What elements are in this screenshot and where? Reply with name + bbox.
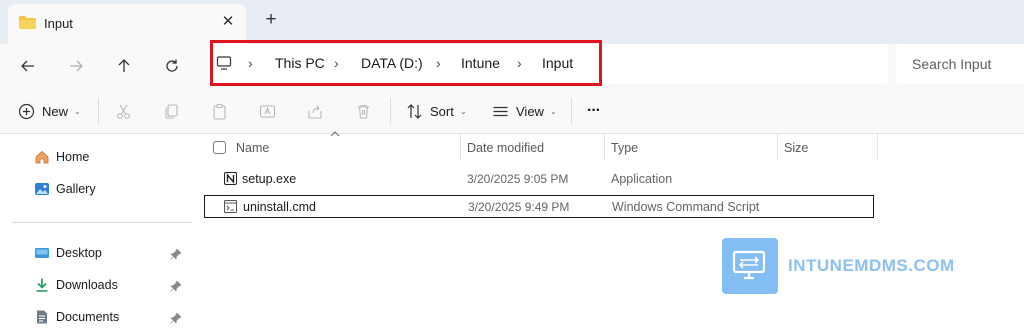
more-options-button[interactable]: ···: [587, 100, 601, 122]
folder-icon: [19, 16, 36, 29]
view-label: View: [516, 103, 544, 119]
tab-title: Input: [44, 16, 73, 31]
new-tab-button[interactable]: +: [262, 10, 280, 29]
watermark-logo: [722, 238, 778, 294]
pin-icon[interactable]: [170, 248, 182, 260]
file-name: uninstall.cmd: [243, 200, 316, 214]
search-input[interactable]: Search Input: [896, 44, 1024, 84]
sort-button[interactable]: Sort ⌄: [406, 100, 467, 122]
sort-icon: [407, 103, 422, 119]
sidebar-item-gallery[interactable]: Gallery: [34, 179, 96, 199]
divider: [98, 98, 99, 124]
file-type: Windows Command Script: [612, 200, 760, 214]
sort-label: Sort: [430, 103, 454, 119]
documents-icon: [37, 310, 47, 324]
column-header-size[interactable]: Size: [784, 141, 808, 155]
command-bar: New ⌄ Sort ⌄ View ⌄ ···: [0, 88, 1024, 134]
sidebar-item-label: Downloads: [56, 278, 118, 292]
column-header-type[interactable]: Type: [611, 141, 638, 155]
sidebar-item-desktop[interactable]: Desktop: [34, 243, 102, 263]
sidebar-item-label: Home: [56, 150, 90, 164]
file-date-modified: 3/20/2025 9:49 PM: [468, 200, 570, 214]
new-button[interactable]: New ⌄: [18, 100, 81, 122]
column-header-date-modified[interactable]: Date modified: [467, 141, 544, 155]
application-icon: [224, 172, 237, 185]
sidebar-item-home[interactable]: Home: [34, 147, 89, 167]
chevron-down-icon: ⌄: [459, 106, 467, 116]
plus-circle-icon: [18, 103, 35, 119]
file-date-modified: 3/20/2025 9:05 PM: [467, 172, 569, 186]
cut-button[interactable]: [115, 100, 132, 122]
file-name: setup.exe: [242, 172, 297, 186]
file-type: Application: [611, 172, 673, 186]
column-divider[interactable]: [604, 134, 605, 160]
arrow-left-icon: [21, 60, 34, 72]
sidebar-item-documents[interactable]: Documents: [34, 307, 119, 327]
share-button[interactable]: [307, 100, 324, 122]
column-divider[interactable]: [777, 134, 778, 160]
share-icon: [308, 104, 322, 119]
copy-button[interactable]: [163, 100, 180, 122]
content-area: [0, 134, 1024, 336]
arrow-up-icon: [118, 59, 130, 72]
title-bar: Input ✕ +: [0, 0, 1024, 44]
table-row[interactable]: setup.exe 3/20/2025 9:05 PM Application: [204, 168, 874, 190]
new-label: New: [42, 103, 69, 119]
chevron-down-icon: ⌄: [74, 106, 81, 116]
pin-icon[interactable]: [170, 280, 182, 292]
sidebar-item-downloads[interactable]: Downloads: [34, 275, 118, 295]
gallery-icon: [35, 183, 49, 195]
rename-button[interactable]: [259, 100, 276, 122]
column-divider[interactable]: [877, 134, 878, 160]
trash-icon: [358, 104, 369, 119]
refresh-button[interactable]: [158, 52, 186, 80]
up-button[interactable]: [110, 52, 138, 80]
arrow-right-icon: [70, 60, 83, 72]
delete-button[interactable]: [355, 100, 372, 122]
pin-icon[interactable]: [170, 312, 182, 324]
rename-icon: [259, 104, 276, 118]
select-all-checkbox[interactable]: [213, 141, 226, 154]
forward-button[interactable]: [62, 52, 90, 80]
column-divider[interactable]: [460, 134, 461, 160]
sort-ascending-icon: [330, 131, 340, 137]
refresh-icon: [166, 59, 178, 72]
divider: [390, 98, 391, 124]
address-highlight-annotation: [210, 40, 602, 86]
copy-icon: [165, 103, 178, 119]
close-icon[interactable]: ✕: [220, 14, 236, 30]
sidebar-item-label: Desktop: [56, 246, 102, 260]
download-icon: [36, 278, 48, 292]
monitor-sync-icon: [732, 250, 766, 280]
divider: [571, 98, 572, 124]
tab-input[interactable]: Input ✕: [8, 4, 246, 44]
back-button[interactable]: [14, 52, 42, 80]
paste-button[interactable]: [211, 100, 228, 122]
chevron-down-icon: ⌄: [549, 106, 557, 116]
table-row[interactable]: uninstall.cmd 3/20/2025 9:49 PM Windows …: [204, 195, 874, 218]
view-button[interactable]: View ⌄: [492, 100, 557, 122]
watermark-text: INTUNEMDMS.COM: [788, 256, 955, 275]
sidebar-item-label: Documents: [56, 310, 120, 324]
view-list-icon: [493, 106, 508, 116]
sidebar-divider: [12, 222, 192, 223]
search-placeholder: Search Input: [912, 56, 992, 72]
desktop-icon: [35, 248, 49, 258]
home-icon: [35, 150, 49, 164]
scissors-icon: [117, 104, 130, 119]
script-icon: [224, 200, 237, 213]
sidebar-item-label: Gallery: [56, 182, 96, 196]
column-header-name[interactable]: Name: [236, 141, 269, 155]
clipboard-icon: [213, 103, 226, 120]
